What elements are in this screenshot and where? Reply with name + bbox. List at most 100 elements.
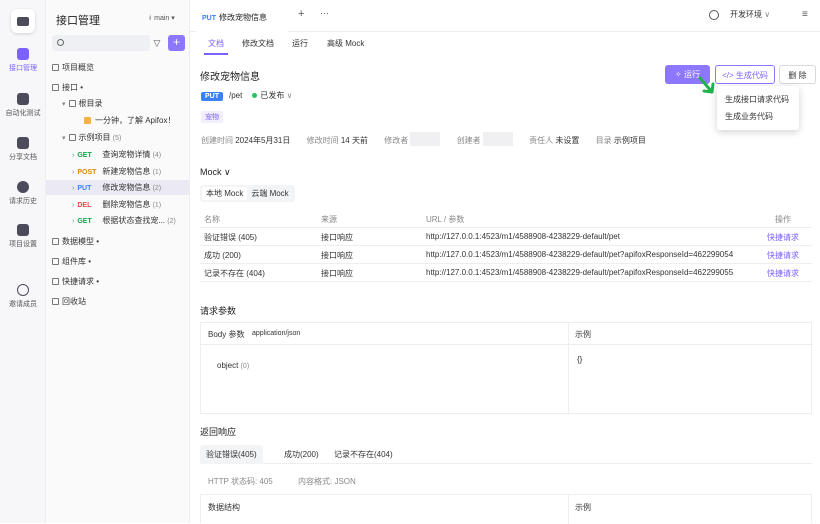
- response-title: 返回响应: [200, 427, 237, 437]
- http-status-code: HTTP 状态码: 405: [208, 477, 273, 486]
- tab-edit-doc[interactable]: 修改文档: [242, 38, 274, 49]
- add-tab-button[interactable]: +: [298, 8, 304, 20]
- nav-invite-member[interactable]: 邀请成员: [0, 284, 46, 309]
- mock-tabs: 本地 Mock 云端 Mock: [200, 185, 295, 202]
- invite-member-icon: [17, 284, 29, 296]
- api-path: /pet: [229, 91, 243, 100]
- search-input[interactable]: [52, 35, 150, 51]
- settings-icon: [17, 224, 29, 236]
- api-tag: 宠物: [201, 111, 223, 123]
- tree-item-api[interactable]: 接口 •: [46, 80, 190, 95]
- more-tabs-button[interactable]: ···: [320, 8, 329, 18]
- request-params-header: Body 参数 application/json 示例: [201, 323, 813, 345]
- tab-put-pet[interactable]: PUT 修改宠物信息: [196, 5, 288, 32]
- tab-response-405[interactable]: 验证错误(405): [200, 445, 263, 464]
- folder-icon: [68, 100, 76, 107]
- column-divider: [568, 323, 569, 415]
- tree-item-find-by-status[interactable]: › GET 根据状态查找宠... (2): [46, 213, 190, 228]
- quick-request-link[interactable]: 快捷请求: [767, 250, 799, 261]
- tree-item-delete-pet[interactable]: › DEL 删除宠物信息 (1): [46, 197, 190, 212]
- menu-item-request-code[interactable]: 生成接口请求代码: [717, 91, 799, 108]
- tree-item-put-pet[interactable]: › PUT 修改宠物信息 (2): [46, 180, 190, 195]
- menu-item-business-code[interactable]: 生成业务代码: [717, 108, 799, 125]
- request-params-title: 请求参数: [200, 306, 237, 316]
- tab-response-200[interactable]: 成功(200): [278, 445, 325, 464]
- column-divider: [568, 495, 569, 524]
- data-model-icon: [52, 238, 59, 245]
- search-icon: [57, 39, 64, 46]
- delete-button[interactable]: 删 除: [779, 65, 816, 84]
- components-icon: [52, 258, 59, 265]
- tab-cloud-mock[interactable]: 云端 Mock: [247, 187, 292, 200]
- tree-item-intro[interactable]: 一分钟，了解 Apifox！: [46, 113, 190, 128]
- tab-local-mock[interactable]: 本地 Mock: [202, 187, 248, 200]
- generate-code-button[interactable]: </> 生成代码: [715, 65, 775, 84]
- environment-selector[interactable]: 开发环境 ∨: [730, 9, 770, 20]
- tree-item-trash[interactable]: 回收站: [46, 294, 190, 309]
- share-doc-icon: [17, 137, 29, 149]
- chevron-right-icon: ›: [72, 185, 75, 192]
- app-nav-rail: 接口管理 自动化测试 分享文档 请求历史 项目设置 邀请成员: [0, 0, 46, 523]
- tab-run[interactable]: 运行: [292, 38, 308, 49]
- quick-request-icon: [52, 278, 59, 285]
- chevron-right-icon: ›: [72, 152, 75, 159]
- sidebar-title: 接口管理: [56, 15, 100, 27]
- tab-advanced-mock[interactable]: 高级 Mock: [327, 38, 364, 49]
- filter-icon[interactable]: ▽: [149, 35, 165, 51]
- file-tab-bar: PUT 修改宠物信息 + ··· 开发环境 ∨ ≡: [190, 0, 820, 32]
- request-params-box: Body 参数 application/json 示例 object (0) {…: [200, 322, 813, 415]
- add-button[interactable]: +: [168, 35, 185, 51]
- chevron-down-icon: ∨: [286, 91, 293, 100]
- status-dot: [252, 93, 258, 98]
- tree-item-data-model[interactable]: 数据模型 •: [46, 234, 190, 249]
- chevron-down-icon: ∨: [764, 10, 771, 19]
- automation-test-icon: [17, 93, 29, 105]
- mock-header[interactable]: Mock ∨: [200, 167, 231, 178]
- generate-code-menu: 生成接口请求代码 生成业务代码: [717, 86, 799, 130]
- folder-icon: [52, 84, 59, 91]
- api-meta: 创建时间 2024年5月31日 修改时间 14 天前 修改者 创建者 责任人 未…: [201, 132, 660, 146]
- nav-history[interactable]: 请求历史: [0, 181, 46, 206]
- doc-subtabs: 文档 修改文档 运行 高级 Mock: [190, 32, 820, 78]
- tab-doc[interactable]: 文档: [208, 38, 224, 49]
- quick-request-link[interactable]: 快捷请求: [767, 232, 799, 243]
- menu-icon[interactable]: ≡: [802, 9, 808, 20]
- tree-item-components[interactable]: 组件库 •: [46, 254, 190, 269]
- method-badge: PUT: [201, 92, 223, 101]
- creator-avatar: [482, 132, 513, 146]
- overview-icon: [52, 64, 59, 71]
- run-icon: ✧: [675, 70, 684, 79]
- tree-item-overview[interactable]: 项目概览: [46, 60, 190, 75]
- nav-settings[interactable]: 项目设置: [0, 224, 46, 249]
- quick-request-link[interactable]: 快捷请求: [767, 268, 799, 279]
- tree-item-post-pet[interactable]: › POST 新建宠物信息 (1): [46, 164, 190, 179]
- chevron-right-icon: ›: [72, 202, 75, 209]
- content-format: 内容格式: JSON: [298, 477, 356, 486]
- response-structure-box: 数据结构 示例: [200, 494, 812, 524]
- response-tabs: 验证错误(405) 成功(200) 记录不存在(404): [200, 442, 812, 464]
- green-arrow-icon: [698, 76, 715, 94]
- example-body: {}: [577, 355, 583, 364]
- nav-api-management[interactable]: 接口管理: [0, 48, 46, 73]
- tab-response-404[interactable]: 记录不存在(404): [328, 445, 399, 464]
- app-logo-icon[interactable]: [11, 9, 35, 33]
- nav-automation-test[interactable]: 自动化测试: [0, 93, 46, 118]
- code-icon: </>: [722, 71, 736, 80]
- tree-item-root[interactable]: ▾ 根目录: [46, 96, 190, 111]
- branch-selector[interactable]: ᚼ main ▾: [148, 14, 175, 22]
- table-row: 记录不存在 (404) 接口响应 http://127.0.0.1:4523/m…: [200, 264, 812, 282]
- tree-item-quick-request[interactable]: 快捷请求 •: [46, 274, 190, 289]
- table-row: 成功 (200) 接口响应 http://127.0.0.1:4523/m1/4…: [200, 246, 812, 264]
- schema-field[interactable]: object (0): [217, 361, 249, 370]
- doc-emoji-icon: [84, 117, 91, 124]
- tree-item-get-pet[interactable]: › GET 查询宠物详情 (4): [46, 147, 190, 162]
- refresh-icon[interactable]: [709, 10, 719, 20]
- status-selector[interactable]: 已发布 ∨: [260, 91, 292, 100]
- active-tab-indicator: [204, 53, 228, 55]
- nav-share-doc[interactable]: 分享文档: [0, 137, 46, 162]
- main-panel: PUT 修改宠物信息 + ··· 开发环境 ∨ ≡ 文档 修改文档 运行 高级 M…: [190, 0, 820, 524]
- tree-item-sample-project[interactable]: ▾ 示例项目 (5): [46, 130, 190, 145]
- history-icon: [17, 181, 29, 193]
- table-header: 名称 来源 URL / 参数 操作: [200, 210, 812, 228]
- mock-table: 名称 来源 URL / 参数 操作 验证错误 (405) 接口响应 http:/…: [200, 210, 812, 282]
